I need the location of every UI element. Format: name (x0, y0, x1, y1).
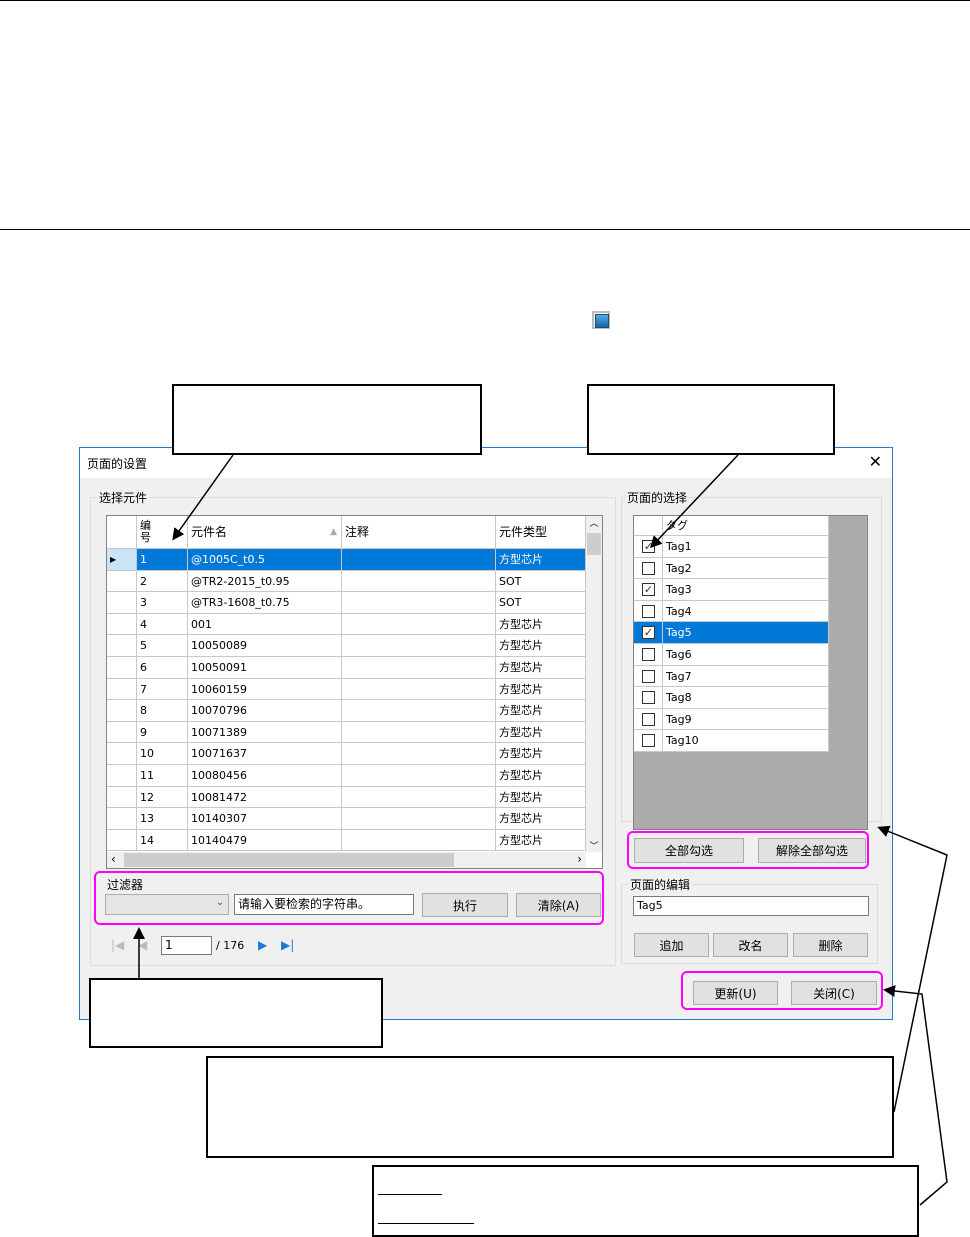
arrow (877, 825, 948, 1113)
arrow (172, 454, 234, 541)
arrow (649, 454, 739, 549)
arrow (883, 985, 948, 1206)
arrow-overlay (133, 454, 948, 1206)
